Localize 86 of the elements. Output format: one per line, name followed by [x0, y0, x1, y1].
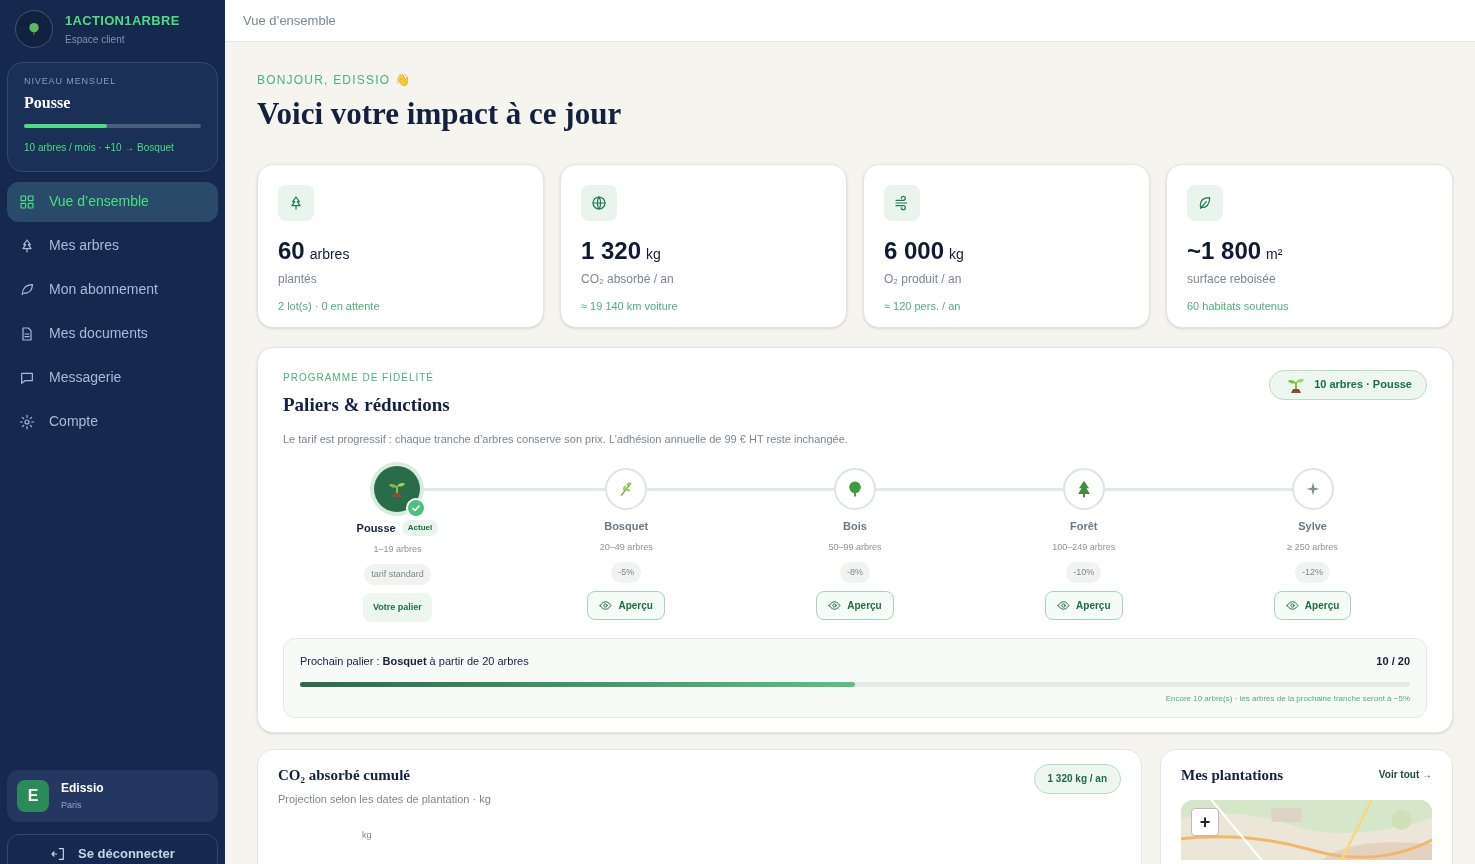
page-title: Voici votre impact à ce jour: [257, 95, 623, 133]
tier-range: 50–99 arbres: [828, 541, 882, 554]
next-tier-note: Encore 10 arbre(s) · les arbres de la prochaine tranche seront à −5%: [1165, 692, 1410, 705]
tier-range: 100–249 arbres: [1052, 541, 1116, 554]
tier-name: Bosquet: [604, 518, 649, 534]
tier-name: Bois: [843, 518, 867, 534]
stat-unit: kg: [646, 244, 661, 264]
breadcrumb: Vue d’ensemble: [243, 11, 336, 30]
stat-unit: m²: [1266, 244, 1283, 264]
stat-note: 2 lot(s) · 0 en attente: [278, 298, 381, 314]
leaf-icon: [1197, 194, 1213, 211]
section-description: Le tarif est progressif : chaque tranche d’arbres conserve son prix. L’adhésion annuelle de 99 € HT reste inchangée.: [283, 432, 849, 447]
stat-value: 6 000: [884, 235, 945, 266]
see-all-link[interactable]: Voir tout →: [1378, 767, 1432, 783]
nav-item[interactable]: Mes documents: [7, 313, 218, 354]
stat-value: ~1 800: [1187, 235, 1262, 266]
card-title: Mes plantations: [1181, 765, 1284, 785]
tier-name: Pousse: [356, 520, 396, 536]
level-label: NIVEAU MENSUEL: [24, 75, 118, 88]
eye-icon: [599, 599, 613, 612]
brand-name: 1ACTION1ARBRE: [65, 11, 180, 30]
tier-discount: -5%: [611, 561, 642, 583]
user-name: Edissio: [61, 780, 104, 798]
preview-button[interactable]: Aperçu: [1045, 591, 1123, 620]
nav-item[interactable]: Messagerie: [7, 357, 218, 398]
card-subtitle: Projection selon les dates de plantation · kg: [278, 791, 492, 807]
user-city: Paris: [61, 799, 83, 813]
stat-value: 60: [278, 235, 305, 266]
stat-label: CO₂ absorbé / an: [581, 270, 675, 288]
tier-range: 1–19 arbres: [373, 543, 422, 556]
card-title: CO₂ absorbé cumulé: [278, 765, 410, 785]
preview-button[interactable]: Aperçu: [816, 591, 894, 620]
eye-icon: [1285, 599, 1299, 612]
user-card[interactable]: E Edissio Paris: [7, 770, 218, 822]
tier-badge: 10 arbres · Pousse: [1269, 369, 1427, 400]
logo: [15, 10, 53, 48]
stat-note: 60 habitats soutenus: [1187, 298, 1290, 314]
preview-button[interactable]: Aperçu: [1273, 591, 1352, 620]
document-icon: [19, 325, 35, 342]
tree-icon: [19, 237, 35, 254]
tier-discount: -12%: [1295, 561, 1331, 583]
current-tier-label: Votre palier: [362, 593, 432, 622]
tier-name: Forêt: [1070, 518, 1098, 534]
zoom-in-button[interactable]: +: [1191, 808, 1219, 836]
stat-label: O₂ produit / an: [884, 270, 963, 288]
tier-discount: -8%: [840, 561, 870, 583]
co2-badge: 1 320 kg / an: [1033, 763, 1121, 794]
stat-unit: arbres: [309, 244, 350, 264]
nav-item[interactable]: Mon abonnement: [7, 269, 218, 310]
nav-item[interactable]: Vue d’ensemble: [7, 181, 218, 222]
logout-button[interactable]: Se déconnecter: [7, 834, 218, 864]
eye-icon: [1057, 599, 1071, 612]
globe-icon: [591, 194, 607, 211]
tier-name: Sylve: [1298, 518, 1327, 534]
level-note: 10 arbres / mois · +10 → Bosquet: [24, 140, 175, 155]
stat-note: ≈ 120 pers. / an: [884, 298, 962, 314]
preview-button[interactable]: Aperçu: [587, 591, 665, 620]
level-name: Pousse: [24, 92, 72, 113]
section-title: Paliers & réductions: [283, 392, 450, 417]
stat-unit: kg: [949, 244, 964, 264]
tier-range: 20–49 arbres: [599, 541, 653, 554]
nav-item[interactable]: Compte: [7, 401, 218, 442]
wind-icon: [894, 194, 910, 211]
brand-subtitle: Espace client: [65, 33, 126, 48]
tier-discount: tarif standard: [364, 563, 431, 585]
nav-item[interactable]: Mes arbres: [7, 225, 218, 266]
feather-icon: [19, 281, 35, 298]
settings-icon: [19, 413, 35, 430]
greeting: BONJOUR, EDISSIO 👋: [257, 72, 412, 89]
tier-range: ≥ 250 arbres: [1287, 541, 1338, 554]
next-tier-count: 10 / 20: [1376, 654, 1410, 669]
tree-icon: [288, 194, 304, 211]
current-tag: Actuel: [401, 519, 439, 536]
section-eyebrow: PROGRAMME DE FIDÉLITÉ: [283, 370, 435, 385]
logout-icon: [50, 846, 67, 862]
stat-label: surface reboisée: [1187, 270, 1277, 288]
axis-label: kg: [362, 830, 372, 840]
stat-label: plantés: [278, 270, 318, 288]
check-badge: [406, 497, 427, 518]
stat-note: ≈ 19 140 km voiture: [581, 298, 679, 314]
stat-value: 1 320: [581, 235, 642, 266]
grid-icon: [19, 193, 35, 210]
avatar: E: [17, 780, 49, 812]
next-tier-text: Prochain palier : Bosquet à partir de 20 arbres: [300, 654, 529, 669]
eye-icon: [828, 599, 842, 612]
tier-discount: -10%: [1066, 561, 1102, 583]
